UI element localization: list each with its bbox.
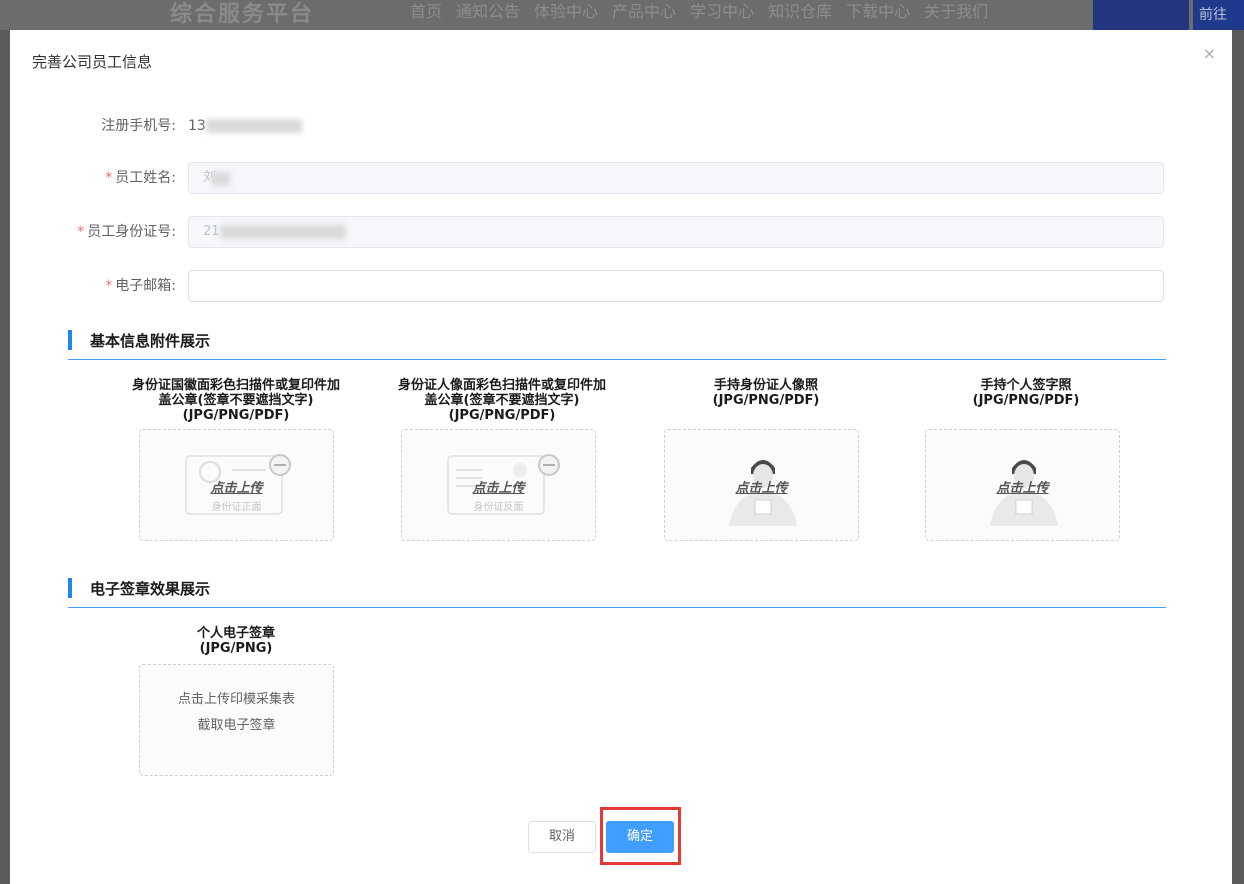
idcard-back-caption: 身份证人像面彩色扫描件或复印件加 盖公章(签章不要遮挡文字) (JPG/PNG/… (372, 378, 632, 423)
required-mark: * (77, 224, 85, 240)
background-nav-item: 首页 (410, 2, 443, 21)
upload-text: 点击上传 (210, 481, 263, 496)
email-input[interactable] (188, 270, 1164, 302)
redaction-blur (206, 119, 302, 133)
phone-row: 注册手机号: 13 (10, 110, 1232, 142)
redaction-blur (212, 172, 230, 186)
idcard-front-caption: 身份证国徽面彩色扫描件或复印件加 盖公章(签章不要遮挡文字) (JPG/PNG/… (106, 378, 366, 423)
phone-value: 13 (188, 118, 206, 134)
seal-caption: 个人电子签章 (JPG/PNG) (106, 626, 366, 656)
background-header: 综合服务平台 首页 通知公告 体验中心 产品中心 学习中心 知识仓库 下载中心 … (0, 0, 1244, 30)
seal-upload-line: 截取电子签章 (197, 718, 276, 733)
caption-line: 身份证人像面彩色扫描件或复印件加 (397, 378, 606, 393)
upload-text: 点击上传 (472, 481, 525, 496)
attachments-section-header: 基本信息附件展示 (68, 330, 1166, 360)
seal-section-title: 电子签章效果展示 (90, 580, 211, 598)
employee-info-dialog: 完善公司员工信息 × 注册手机号: 13 * 员工姓名: 刘 * 员工身份证号: 2… (10, 30, 1232, 884)
background-go-button: 前往 (1193, 0, 1244, 30)
background-nav-item: 体验中心 (534, 2, 599, 21)
required-mark: * (105, 278, 113, 294)
caption-line: 手持个人签字照 (980, 378, 1072, 393)
redaction-blur (220, 225, 346, 239)
caption-line: 盖公章(签章不要遮挡文字) (424, 393, 580, 408)
phone-label: 注册手机号: (101, 118, 176, 134)
section-accent-bar (68, 578, 72, 598)
idcard-front-upload[interactable]: 点击上传 身份证正面 (139, 429, 334, 541)
upload-subtext: 身份证正面 (211, 502, 262, 513)
caption-line: 手持身份证人像照 (713, 378, 818, 393)
background-nav-item: 产品中心 (612, 2, 677, 21)
background-nav-item: 知识仓库 (768, 2, 833, 21)
highlight-box (600, 807, 681, 865)
upload-text: 点击上传 (735, 481, 788, 496)
handheld-signature-upload[interactable]: 点击上传 (925, 429, 1120, 541)
close-icon[interactable]: × (1203, 46, 1216, 62)
name-label-text: 员工姓名: (115, 170, 176, 186)
seal-upload-line: 点击上传印模采集表 (177, 692, 295, 707)
caption-line: (JPG/PNG/PDF) (182, 408, 290, 423)
caption-line: 个人电子签章 (196, 626, 275, 641)
background-logo: 综合服务平台 (170, 2, 315, 27)
idcard-label: * 员工身份证号: (77, 216, 176, 248)
background-nav-item: 通知公告 (456, 2, 521, 21)
section-accent-bar (68, 330, 72, 350)
attachments-section-title: 基本信息附件展示 (90, 332, 211, 350)
background-nav-item: 关于我们 (924, 2, 989, 21)
seal-section-header: 电子签章效果展示 (68, 578, 1166, 608)
name-label: * 员工姓名: (105, 162, 176, 194)
upload-text: 点击上传 (996, 481, 1049, 496)
dialog-title: 完善公司员工信息 (32, 53, 153, 71)
seal-upload[interactable]: 点击上传印模采集表 截取电子签章 (139, 664, 334, 776)
email-label-text: 电子邮箱: (115, 278, 176, 294)
required-mark: * (105, 170, 113, 186)
employee-name-input[interactable]: 刘 (188, 162, 1164, 194)
idcard-label-text: 员工身份证号: (87, 224, 176, 240)
caption-line: (JPG/PNG/PDF) (448, 408, 556, 423)
caption-line: 盖公章(签章不要遮挡文字) (158, 393, 314, 408)
email-label: * 电子邮箱: (105, 270, 176, 302)
caption-line: 身份证国徽面彩色扫描件或复印件加 (131, 378, 340, 393)
handheld-idcard-upload[interactable]: 点击上传 (664, 429, 859, 541)
name-row: * 员工姓名: 刘 (10, 162, 1232, 194)
idcard-row: * 员工身份证号: 21 (10, 216, 1232, 248)
background-user-button (1093, 0, 1189, 30)
caption-line: (JPG/PNG) (199, 641, 273, 656)
handheld-signature-caption: 手持个人签字照 (JPG/PNG/PDF) (896, 378, 1156, 408)
background-nav-item: 下载中心 (846, 2, 911, 21)
handheld-idcard-caption: 手持身份证人像照 (JPG/PNG/PDF) (636, 378, 896, 408)
background-nav-item: 学习中心 (690, 2, 755, 21)
cancel-button[interactable]: 取消 (528, 821, 596, 853)
caption-line: (JPG/PNG/PDF) (972, 393, 1080, 408)
upload-subtext: 身份证反面 (473, 502, 524, 513)
caption-line: (JPG/PNG/PDF) (712, 393, 820, 408)
email-row: * 电子邮箱: (10, 270, 1232, 302)
idcard-back-upload[interactable]: 点击上传 身份证反面 (401, 429, 596, 541)
background-nav: 首页 通知公告 体验中心 产品中心 学习中心 知识仓库 下载中心 关于我们 (410, 0, 988, 24)
